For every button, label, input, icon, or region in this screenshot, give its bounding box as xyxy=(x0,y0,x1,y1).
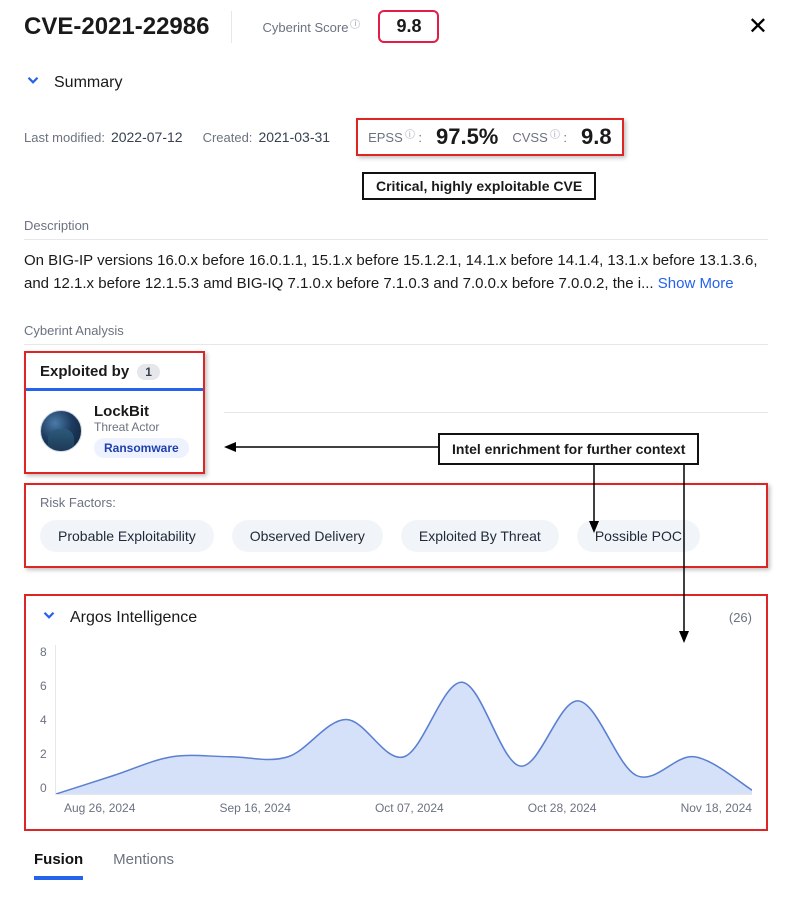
intel-annotation: Intel enrichment for further context xyxy=(438,433,699,465)
tab-mentions[interactable]: Mentions xyxy=(113,851,174,880)
tab-fusion[interactable]: Fusion xyxy=(34,851,83,880)
argos-count: (26) xyxy=(729,610,752,625)
score-badge: 9.8 xyxy=(378,10,439,43)
risk-factors-label: Risk Factors: xyxy=(40,495,752,510)
bottom-tabs: Fusion Mentions xyxy=(24,831,768,880)
plot-area xyxy=(55,645,752,795)
x-axis: Aug 26, 2024 Sep 16, 2024 Oct 07, 2024 O… xyxy=(64,801,752,815)
y-axis: 8 6 4 2 0 xyxy=(40,645,55,795)
risk-pills: Probable Exploitability Observed Deliver… xyxy=(40,520,752,552)
meta-row: Last modified: 2022-07-12 Created: 2021-… xyxy=(24,104,768,164)
created-label: Created: xyxy=(203,130,253,145)
exploited-by-box: Exploited by 1 LockBit Threat Actor Rans… xyxy=(24,351,205,474)
description-text: On BIG-IP versions 16.0.x before 16.0.1.… xyxy=(24,240,768,305)
last-modified-value: 2022-07-12 xyxy=(111,129,183,145)
avatar xyxy=(40,410,82,452)
exploited-by-tab[interactable]: Exploited by 1 xyxy=(26,353,203,391)
epss-label: EPSSi : xyxy=(368,129,422,145)
threat-actor-row[interactable]: LockBit Threat Actor Ransomware xyxy=(26,391,203,472)
exploited-by-label: Exploited by xyxy=(40,363,129,380)
argos-title: Argos Intelligence xyxy=(70,609,197,627)
header: CVE-2021-22986 Cyberint Scorei 9.8 ✕ xyxy=(24,10,768,53)
risk-pill[interactable]: Exploited By Threat xyxy=(401,520,559,552)
info-icon[interactable]: i xyxy=(550,129,560,139)
summary-header: Summary xyxy=(24,53,768,104)
risk-pill[interactable]: Probable Exploitability xyxy=(40,520,214,552)
info-icon[interactable]: i xyxy=(350,19,360,29)
epss-value: 97.5% xyxy=(436,124,498,150)
created-value: 2021-03-31 xyxy=(258,129,330,145)
arrow-icon xyxy=(224,437,438,457)
cvss-label: CVSSi : xyxy=(512,129,567,145)
close-icon[interactable]: ✕ xyxy=(748,12,768,41)
risk-factors-box: Risk Factors: Probable Exploitability Ob… xyxy=(24,483,768,568)
critical-callout: Critical, highly exploitable CVE xyxy=(362,172,596,200)
argos-intelligence-box: Argos Intelligence (26) 8 6 4 2 0 Aug 26… xyxy=(24,594,768,831)
actor-type: Threat Actor xyxy=(94,420,189,434)
cvss-value: 9.8 xyxy=(581,124,612,150)
exploited-by-count: 1 xyxy=(137,364,160,380)
chevron-down-icon[interactable] xyxy=(40,606,58,629)
chevron-down-icon[interactable] xyxy=(24,71,42,94)
analysis-label: Cyberint Analysis xyxy=(24,323,768,345)
score-label: Cyberint Scorei xyxy=(262,19,360,35)
chart: 8 6 4 2 0 xyxy=(40,645,752,795)
last-modified-label: Last modified: xyxy=(24,130,105,145)
actor-tag: Ransomware xyxy=(94,438,189,458)
risk-pill[interactable]: Possible POC xyxy=(577,520,700,552)
cve-id: CVE-2021-22986 xyxy=(24,13,209,41)
scores-box: EPSSi : 97.5% CVSSi : 9.8 xyxy=(356,118,624,156)
summary-title: Summary xyxy=(54,74,122,92)
actor-name: LockBit xyxy=(94,403,189,420)
info-icon[interactable]: i xyxy=(405,129,415,139)
divider xyxy=(224,412,768,413)
risk-pill[interactable]: Observed Delivery xyxy=(232,520,383,552)
description-label: Description xyxy=(24,218,768,240)
divider xyxy=(231,11,232,43)
show-more-link[interactable]: Show More xyxy=(658,275,734,292)
